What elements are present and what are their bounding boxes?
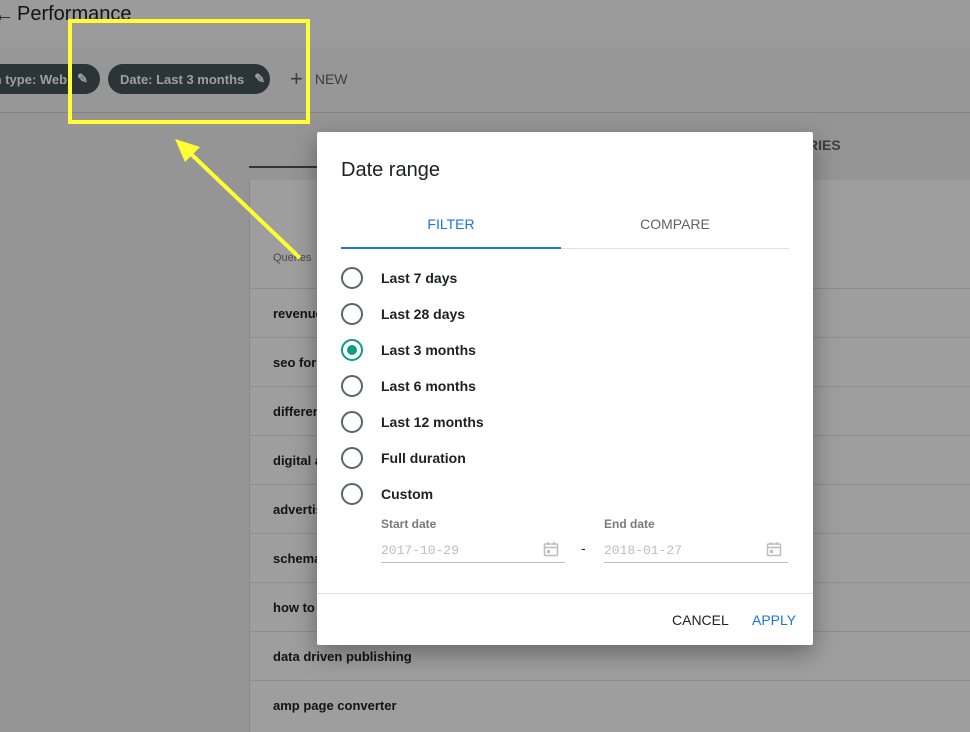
radio-button[interactable] bbox=[341, 303, 363, 325]
option-label: Last 7 days bbox=[381, 270, 458, 286]
radio-button[interactable] bbox=[341, 267, 363, 289]
radio-button[interactable] bbox=[341, 411, 363, 433]
dialog-tabs: FILTER COMPARE bbox=[341, 204, 789, 249]
dialog-title: Date range bbox=[341, 159, 440, 181]
end-date-field[interactable] bbox=[604, 539, 788, 563]
option-last-3-months[interactable]: Last 3 months bbox=[341, 338, 476, 362]
annotation-highlight-box bbox=[68, 19, 310, 124]
end-date-label: End date bbox=[604, 517, 655, 531]
option-custom[interactable]: Custom bbox=[341, 482, 433, 506]
start-date-input[interactable] bbox=[381, 539, 531, 561]
option-label: Last 12 months bbox=[381, 414, 484, 430]
tab-indicator bbox=[341, 247, 561, 249]
date-range-dialog: Date range FILTER COMPARE Last 7 days La… bbox=[317, 132, 813, 645]
radio-button-selected[interactable] bbox=[341, 339, 363, 361]
cancel-button[interactable]: CANCEL bbox=[672, 612, 729, 628]
apply-button[interactable]: APPLY bbox=[752, 612, 796, 628]
end-date-input[interactable] bbox=[604, 539, 754, 561]
option-label: Last 28 days bbox=[381, 306, 466, 322]
option-last-12-months[interactable]: Last 12 months bbox=[341, 410, 484, 434]
radio-button[interactable] bbox=[341, 483, 363, 505]
option-last-7-days[interactable]: Last 7 days bbox=[341, 266, 457, 290]
option-full-duration[interactable]: Full duration bbox=[341, 446, 466, 470]
option-label: Custom bbox=[381, 486, 434, 502]
option-last-6-months[interactable]: Last 6 months bbox=[341, 374, 476, 398]
radio-button[interactable] bbox=[341, 447, 363, 469]
option-last-28-days[interactable]: Last 28 days bbox=[341, 302, 465, 326]
start-date-field[interactable] bbox=[381, 539, 565, 563]
calendar-icon[interactable] bbox=[766, 541, 782, 557]
radio-button[interactable] bbox=[341, 375, 363, 397]
option-label: Last 6 months bbox=[381, 378, 476, 394]
option-label: Last 3 months bbox=[381, 342, 476, 358]
tab-filter[interactable]: FILTER bbox=[341, 204, 561, 249]
start-date-label: Start date bbox=[381, 517, 437, 531]
date-separator: - bbox=[581, 540, 586, 556]
calendar-icon[interactable] bbox=[543, 541, 559, 557]
tab-compare[interactable]: COMPARE bbox=[565, 204, 785, 249]
dialog-footer-divider bbox=[317, 593, 813, 594]
option-label: Full duration bbox=[381, 450, 466, 466]
